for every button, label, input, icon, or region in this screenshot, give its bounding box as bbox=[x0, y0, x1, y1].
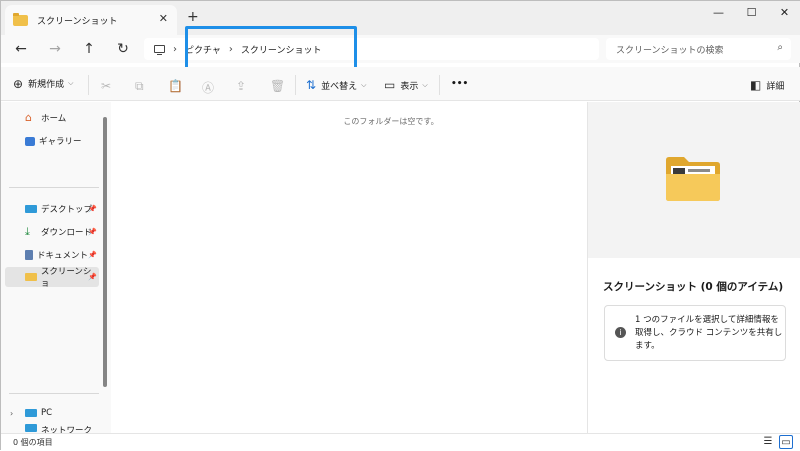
preview-area bbox=[588, 102, 800, 258]
cut-icon[interactable]: ✂ bbox=[101, 79, 111, 93]
sort-button[interactable]: ⇅ 並べ替え ⌵ bbox=[306, 78, 366, 92]
rename-icon[interactable]: Ⓐ bbox=[202, 79, 214, 96]
sidebar-item-label: ダウンロード bbox=[41, 228, 93, 238]
pin-icon: 📌 bbox=[88, 228, 97, 236]
details-pane-icon: ◧ bbox=[750, 78, 762, 92]
view-button[interactable]: ▭ 表示 ⌵ bbox=[384, 78, 428, 92]
folder-icon bbox=[25, 273, 37, 281]
share-icon[interactable]: ⇪ bbox=[236, 79, 246, 93]
toolbar-divider bbox=[439, 75, 440, 95]
pin-icon: 📌 bbox=[88, 273, 97, 281]
sort-label: 並べ替え bbox=[321, 81, 358, 92]
chevron-down-icon: ⌵ bbox=[361, 80, 367, 89]
details-label: 詳細 bbox=[766, 81, 785, 92]
sidebar-divider bbox=[9, 393, 99, 394]
sidebar-item-home[interactable]: ⌂ ホーム bbox=[5, 108, 99, 128]
more-options-button[interactable]: ••• bbox=[451, 79, 468, 89]
toolbar-divider bbox=[295, 75, 296, 95]
folder-icon bbox=[13, 12, 28, 26]
new-button[interactable]: ⊕ 新規作成 ⌵ bbox=[13, 77, 73, 91]
view-label: 表示 bbox=[400, 81, 419, 92]
pin-icon: 📌 bbox=[88, 205, 97, 213]
large-icons-view-icon[interactable]: ▭ bbox=[779, 435, 793, 449]
desktop-icon bbox=[25, 205, 37, 213]
tab-screenshots[interactable]: スクリーンショット ✕ bbox=[5, 5, 177, 35]
sort-icon: ⇅ bbox=[306, 78, 317, 92]
chevron-down-icon: ⌵ bbox=[422, 80, 428, 89]
computer-icon bbox=[154, 45, 165, 56]
sidebar-item-label: ギャラリー bbox=[39, 137, 82, 147]
sidebar-divider bbox=[9, 187, 99, 188]
folder-preview-icon bbox=[666, 157, 720, 201]
item-count: 0 個の項目 bbox=[13, 438, 53, 447]
chevron-right-icon[interactable]: › bbox=[10, 409, 13, 418]
computer-icon bbox=[25, 409, 37, 417]
sidebar-item-pc[interactable]: › PC bbox=[5, 403, 99, 423]
details-info-box: i 1 つのファイルを選択して詳細情報を取得し、クラウド コンテンツを共有します… bbox=[604, 305, 786, 361]
network-icon bbox=[25, 424, 37, 432]
address-bar[interactable]: › ピクチャ › スクリーンショット bbox=[144, 38, 599, 60]
search-input[interactable]: スクリーンショットの検索 ⌕ bbox=[606, 38, 791, 60]
breadcrumb-pictures[interactable]: ピクチャ bbox=[185, 43, 221, 56]
view-icon: ▭ bbox=[384, 78, 396, 92]
address-row: ← → ↑ ↻ › ピクチャ › スクリーンショット スクリーンショットの検索 … bbox=[1, 35, 800, 63]
view-toggle: ☰ ▭ bbox=[761, 435, 793, 449]
sidebar-item-desktop[interactable]: デスクトップ 📌 bbox=[5, 199, 99, 219]
toolbar-divider bbox=[88, 75, 89, 95]
refresh-button[interactable]: ↻ bbox=[111, 37, 135, 61]
sidebar-item-screenshots[interactable]: スクリーンショ 📌 bbox=[5, 267, 99, 289]
search-icon: ⌕ bbox=[777, 42, 783, 53]
sidebar-item-label: PC bbox=[41, 408, 53, 418]
sidebar-item-network[interactable]: ネットワーク bbox=[5, 424, 99, 433]
forward-button[interactable]: → bbox=[43, 37, 67, 61]
gallery-icon bbox=[25, 136, 35, 146]
plus-circle-icon: ⊕ bbox=[13, 76, 24, 91]
delete-icon[interactable]: 🗑 bbox=[270, 79, 285, 93]
document-icon bbox=[25, 250, 33, 260]
download-icon: ⤓ bbox=[25, 225, 30, 238]
tab-close-icon[interactable]: ✕ bbox=[159, 12, 168, 25]
sidebar-item-documents[interactable]: ドキュメント 📌 bbox=[5, 245, 99, 265]
details-pane: スクリーンショット (0 個のアイテム) i 1 つのファイルを選択して詳細情報… bbox=[587, 102, 800, 433]
back-button[interactable]: ← bbox=[9, 37, 33, 61]
close-button[interactable]: ✕ bbox=[768, 1, 800, 23]
details-pane-button[interactable]: ◧ 詳細 bbox=[750, 78, 784, 92]
breadcrumb-chevron-icon: › bbox=[228, 43, 233, 55]
sidebar-item-label: デスクトップ bbox=[41, 205, 93, 215]
up-button[interactable]: ↑ bbox=[77, 37, 101, 61]
sidebar-item-label: ネットワーク bbox=[41, 426, 93, 433]
sidebar-scrollbar[interactable] bbox=[102, 113, 108, 433]
home-icon: ⌂ bbox=[25, 111, 32, 124]
breadcrumb-screenshots[interactable]: スクリーンショット bbox=[241, 43, 322, 56]
new-tab-button[interactable]: + bbox=[187, 9, 199, 25]
info-icon: i bbox=[615, 327, 626, 338]
minimize-button[interactable]: — bbox=[702, 1, 735, 23]
sidebar-item-label: ホーム bbox=[41, 114, 67, 124]
window-controls: — ☐ ✕ bbox=[702, 1, 800, 23]
title-bar: スクリーンショット ✕ + — ☐ ✕ bbox=[1, 1, 800, 35]
pin-icon: 📌 bbox=[88, 251, 97, 259]
new-label: 新規作成 bbox=[28, 80, 65, 90]
breadcrumb-chevron-icon: › bbox=[173, 43, 177, 55]
copy-icon[interactable]: ⧉ bbox=[135, 79, 144, 94]
maximize-button[interactable]: ☐ bbox=[735, 1, 768, 23]
sidebar-item-label: ドキュメント bbox=[37, 251, 89, 261]
chevron-down-icon: ⌵ bbox=[68, 79, 74, 87]
file-explorer-window: スクリーンショット ✕ + — ☐ ✕ ← → ↑ ↻ › ピクチャ › スクリ… bbox=[0, 0, 800, 451]
scrollbar-thumb[interactable] bbox=[103, 117, 107, 387]
sidebar-item-gallery[interactable]: ギャラリー bbox=[5, 131, 99, 151]
details-view-icon[interactable]: ☰ bbox=[761, 435, 775, 449]
navigation-pane: ⌂ ホーム ギャラリー デスクトップ 📌 ⤓ ダウンロード 📌 ドキュメント 📌… bbox=[1, 102, 111, 433]
search-placeholder: スクリーンショットの検索 bbox=[616, 45, 724, 56]
details-info-text: 1 つのファイルを選択して詳細情報を取得し、クラウド コンテンツを共有します。 bbox=[635, 315, 783, 351]
tab-title: スクリーンショット bbox=[37, 16, 118, 27]
sidebar-item-downloads[interactable]: ⤓ ダウンロード 📌 bbox=[5, 222, 99, 242]
details-title: スクリーンショット (0 個のアイテム) bbox=[603, 281, 784, 293]
file-list-area[interactable]: このフォルダーは空です。 bbox=[111, 102, 587, 433]
paste-icon[interactable]: 📋 bbox=[168, 79, 183, 93]
status-bar: 0 個の項目 ☰ ▭ bbox=[1, 433, 800, 451]
